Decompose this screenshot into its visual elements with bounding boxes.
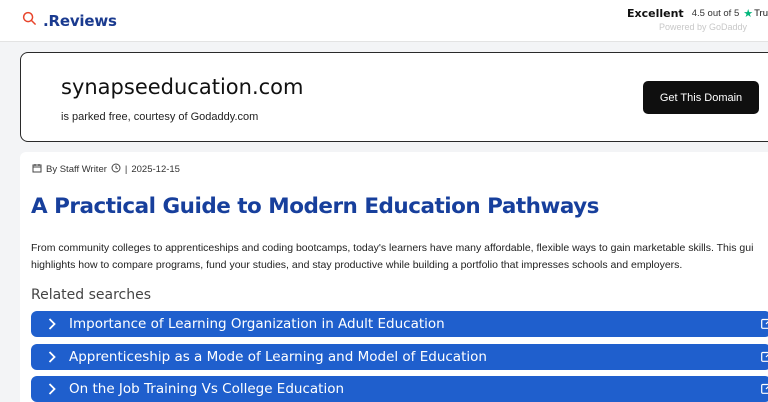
related-search-label: Importance of Learning Organization in A…: [69, 316, 445, 332]
star-icon: ★: [743, 8, 754, 20]
article-card: By Staff Writer | 2025-12-15 A Practical…: [20, 152, 768, 402]
trustpilot-widget[interactable]: Excellent 4.5 out of 5 ★ Trustpi Powered…: [627, 7, 768, 32]
article-headline: A Practical Guide to Modern Education Pa…: [31, 194, 599, 219]
related-search-item[interactable]: On the Job Training Vs College Education: [31, 376, 768, 402]
clock-icon: [111, 163, 121, 176]
external-link-icon: [761, 351, 768, 362]
get-this-domain-button[interactable]: Get This Domain: [643, 81, 759, 114]
chevron-right-icon: [48, 318, 56, 330]
article-meta: By Staff Writer | 2025-12-15: [32, 163, 180, 176]
meta-separator: |: [124, 164, 128, 175]
related-search-label: Apprenticeship as a Mode of Learning and…: [69, 348, 487, 365]
related-searches-title: Related searches: [31, 287, 152, 303]
external-link-icon: [761, 318, 768, 329]
logo-text: .Reviews: [43, 12, 117, 30]
summary-line: highlights how to compare programs, fund…: [31, 259, 683, 271]
trust-score: 4.5 out of 5: [691, 8, 740, 19]
trust-powered-by: Powered by GoDaddy: [659, 22, 748, 32]
site-logo[interactable]: .Reviews: [22, 11, 117, 31]
chevron-right-icon: [48, 383, 56, 395]
trust-brand: Trustpi: [754, 8, 768, 19]
article-author: By Staff Writer: [46, 164, 107, 175]
parked-domain-banner: synapseeducation.com is parked free, cou…: [20, 52, 768, 142]
article-summary: From community colleges to apprenticeshi…: [31, 240, 768, 274]
search-icon: [22, 11, 37, 31]
parked-subtitle: is parked free, courtesy of Godaddy.com: [61, 111, 259, 123]
calendar-icon: [32, 163, 42, 176]
external-link-icon: [761, 383, 768, 394]
chevron-right-icon: [48, 350, 56, 363]
related-search-item[interactable]: Apprenticeship as a Mode of Learning and…: [31, 343, 768, 370]
trust-rating-label: Excellent: [627, 7, 684, 20]
article-date: 2025-12-15: [131, 164, 180, 175]
related-search-label: On the Job Training Vs College Education: [69, 381, 345, 397]
summary-line: From community colleges to apprenticeshi…: [31, 242, 754, 254]
domain-name: synapseeducation.com: [61, 75, 304, 99]
related-search-item[interactable]: Importance of Learning Organization in A…: [31, 311, 768, 337]
related-searches-list: Importance of Learning Organization in A…: [31, 311, 768, 402]
top-bar: .Reviews Excellent 4.5 out of 5 ★ Trustp…: [0, 0, 768, 42]
